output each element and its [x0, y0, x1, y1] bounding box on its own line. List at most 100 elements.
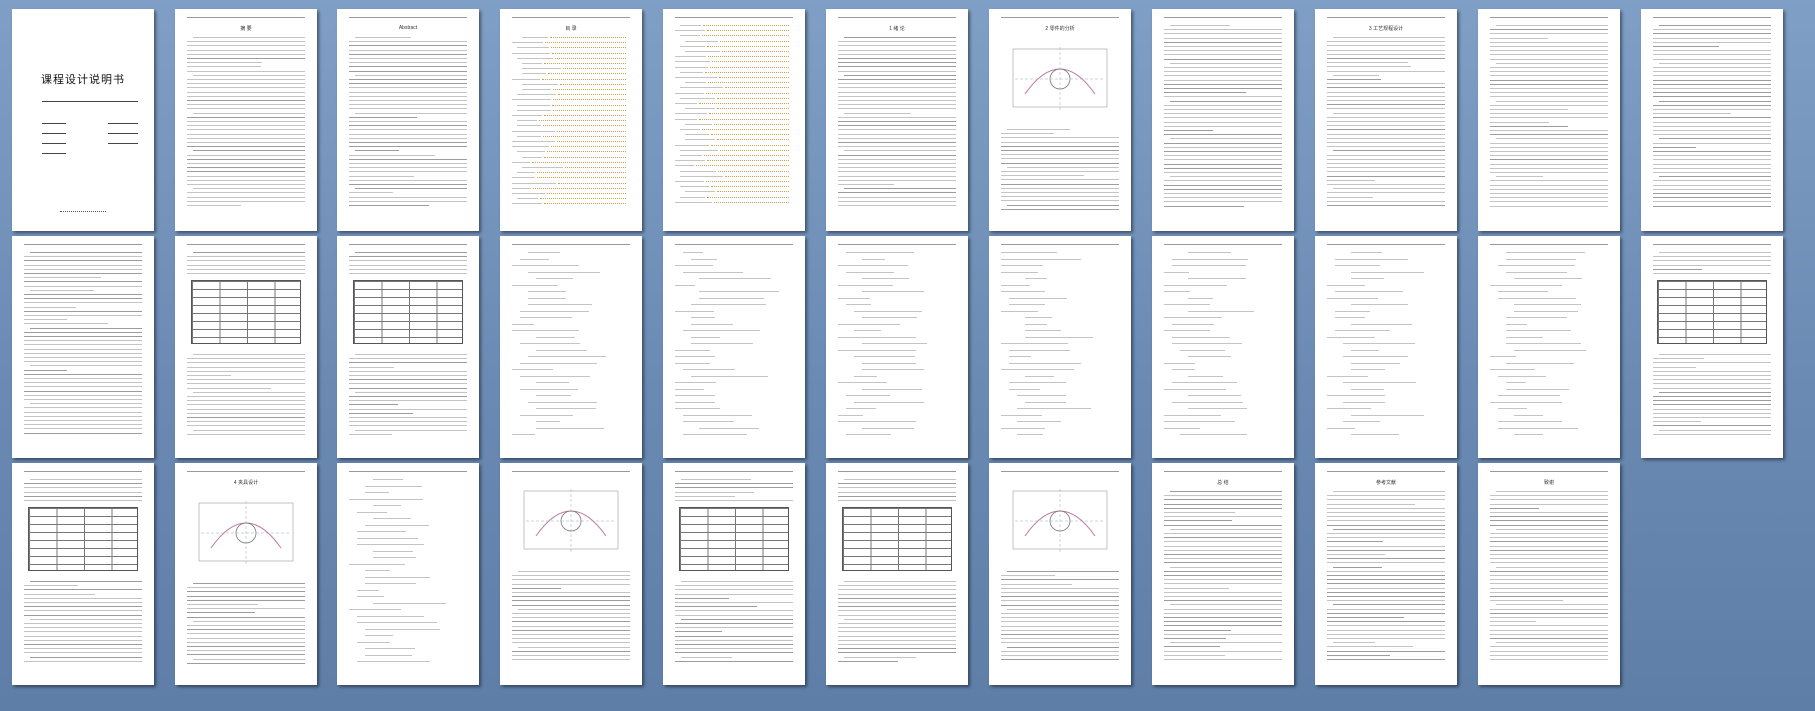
document-page[interactable]: [663, 463, 805, 685]
formula-line: [1343, 356, 1408, 357]
text-line: [1164, 537, 1282, 539]
document-page[interactable]: 1 绪 论: [826, 9, 968, 231]
document-page[interactable]: [1478, 236, 1620, 458]
document-page[interactable]: [337, 463, 479, 685]
document-page[interactable]: [1478, 9, 1620, 231]
text-line: [844, 581, 956, 582]
page-header-rule: [512, 244, 630, 245]
text-line: [1007, 204, 1119, 206]
toc-entry: [675, 92, 704, 94]
document-page[interactable]: [1315, 236, 1457, 458]
toc-entry: [685, 191, 715, 193]
text-line: [1164, 41, 1282, 43]
formula-line: [862, 362, 916, 364]
document-page[interactable]: [663, 9, 805, 231]
toc-leader: [555, 57, 626, 59]
formula-line: [854, 401, 925, 403]
text-line: [187, 200, 305, 202]
toc-leader: [552, 104, 626, 106]
text-line: [1490, 117, 1608, 119]
page-header-rule: [675, 244, 793, 245]
document-page[interactable]: [337, 236, 479, 458]
text-line: [1327, 179, 1375, 181]
page-header-rule: [349, 471, 467, 472]
document-page[interactable]: [1152, 9, 1294, 231]
document-page[interactable]: 致谢: [1478, 463, 1620, 685]
document-page[interactable]: [989, 236, 1131, 458]
text-line: [838, 635, 956, 637]
formula-line: [520, 343, 580, 344]
document-page[interactable]: [1641, 9, 1783, 231]
text-line: [24, 420, 142, 421]
document-page[interactable]: 摘 要: [175, 9, 317, 231]
text-line: [349, 70, 467, 72]
text-line: [1490, 503, 1608, 505]
text-line: [355, 74, 467, 76]
text-line: [193, 37, 305, 38]
text-line: [1653, 404, 1771, 406]
toc-leader: [532, 187, 626, 189]
document-page[interactable]: [989, 463, 1131, 685]
document-page[interactable]: Abstract: [337, 9, 479, 231]
document-page[interactable]: [1641, 236, 1783, 458]
text-line: [1490, 575, 1608, 576]
formula-line: [838, 284, 893, 286]
text-line: [1653, 159, 1771, 161]
text-line: [1164, 109, 1282, 110]
document-page[interactable]: 课程设计说明书: [12, 9, 154, 231]
page-header-rule: [1001, 17, 1119, 18]
document-page[interactable]: [1152, 236, 1294, 458]
document-page[interactable]: [12, 236, 154, 458]
formula-line: [365, 648, 416, 649]
text-line: [838, 116, 956, 118]
document-page[interactable]: 总 结: [1152, 463, 1294, 685]
document-page[interactable]: 目 录: [500, 9, 642, 231]
toc-entry: [517, 135, 542, 137]
text-line: [24, 589, 142, 591]
text-line: [187, 616, 305, 618]
text-line: [1490, 159, 1608, 161]
formula-line: [1164, 421, 1235, 422]
text-line: [1164, 83, 1282, 85]
text-line: [187, 179, 305, 181]
document-page[interactable]: [175, 236, 317, 458]
text-line: [1164, 583, 1282, 585]
text-line: [349, 125, 467, 127]
text-line: [24, 344, 142, 346]
document-page[interactable]: [663, 236, 805, 458]
document-page[interactable]: [500, 236, 642, 458]
document-page[interactable]: 2 零件的分析: [989, 9, 1131, 231]
formula-line: [1017, 421, 1062, 422]
text-line: [844, 479, 956, 480]
text-line: [838, 200, 956, 202]
formula-line: [691, 343, 754, 344]
toc-entry: [522, 63, 543, 64]
document-page[interactable]: [826, 236, 968, 458]
text-line: [1496, 176, 1543, 178]
document-page[interactable]: [826, 463, 968, 685]
document-page[interactable]: 4 夹具设计: [175, 463, 317, 685]
page-heading: 1 绪 论: [889, 26, 905, 32]
formula-line: [536, 336, 575, 338]
formula-line: [1188, 375, 1224, 377]
document-page[interactable]: 参考文献: [1315, 463, 1457, 685]
text-line: [349, 104, 467, 106]
toc-leader: [710, 144, 789, 146]
text-line: [193, 74, 305, 76]
document-page[interactable]: [12, 463, 154, 685]
text-line: [30, 618, 142, 620]
text-line: [1164, 617, 1282, 618]
text-line: [1653, 121, 1771, 123]
document-page[interactable]: [500, 463, 642, 685]
text-line: [1007, 608, 1119, 610]
text-line: [24, 415, 142, 417]
text-line: [24, 639, 142, 641]
text-line: [349, 171, 467, 173]
formula-line: [357, 596, 384, 597]
text-line: [512, 629, 630, 631]
text-line: [187, 116, 305, 118]
toc-leader: [717, 170, 789, 172]
text-line: [1164, 117, 1282, 119]
text-line: [349, 49, 467, 51]
document-page[interactable]: 3 工艺规程设计: [1315, 9, 1457, 231]
